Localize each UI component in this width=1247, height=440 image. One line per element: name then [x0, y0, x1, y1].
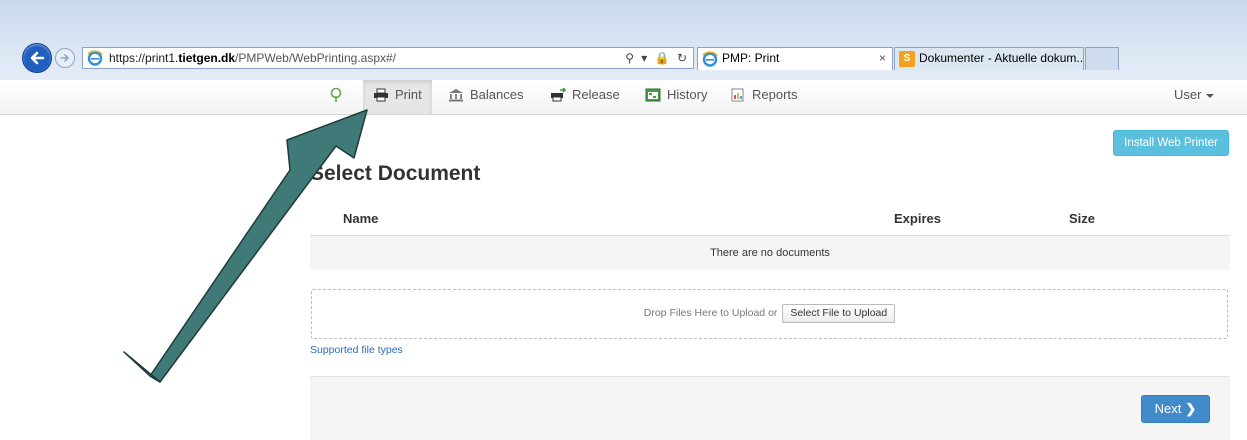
forward-arrow-icon: [60, 54, 70, 62]
nav-home[interactable]: [318, 80, 360, 114]
address-url: https://print1.tietgen.dk/PMPWeb/WebPrin…: [109, 48, 396, 68]
column-header-size[interactable]: Size: [1069, 211, 1095, 226]
dropzone-content: Drop Files Here to Upload or Select File…: [312, 304, 1227, 323]
sharepoint-icon: S: [899, 51, 915, 67]
dropzone-text: Drop Files Here to Upload or: [643, 307, 778, 319]
back-arrow-icon: [30, 51, 45, 65]
caret-down-icon: [1206, 93, 1215, 98]
user-label: User: [1174, 87, 1202, 102]
supported-file-types-link[interactable]: Supported file types: [310, 344, 403, 356]
nav-tab-history[interactable]: History: [635, 80, 717, 114]
page-title: Select Document: [310, 162, 481, 185]
browser-chrome: https://print1.tietgen.dk/PMPWeb/WebPrin…: [0, 0, 1247, 81]
user-menu[interactable]: User: [1164, 80, 1224, 114]
tab-label: Dokumenter - Aktuelle dokum...: [919, 51, 1084, 65]
tree-logo-icon: [330, 87, 342, 102]
install-web-printer-button[interactable]: Install Web Printer: [1113, 130, 1229, 156]
nav-tab-release[interactable]: Release: [540, 80, 630, 114]
next-button[interactable]: Next ❯: [1141, 395, 1210, 423]
chevron-right-icon: ❯: [1185, 401, 1197, 416]
back-button[interactable]: [22, 43, 52, 73]
tab-close-icon[interactable]: ×: [879, 48, 886, 69]
nav-label: Print: [395, 87, 422, 102]
address-bar[interactable]: https://print1.tietgen.dk/PMPWeb/WebPrin…: [82, 47, 694, 69]
tab-pmp-print[interactable]: PMP: Print ×: [697, 47, 893, 70]
internet-explorer-icon: [702, 51, 718, 67]
nav-label: Release: [572, 87, 620, 102]
nav-tab-balances[interactable]: Balances: [438, 80, 533, 114]
nav-tab-print[interactable]: Print: [363, 80, 432, 114]
url-domain: tietgen.dk: [178, 51, 236, 65]
nav-label: Reports: [752, 87, 798, 102]
empty-documents-row: There are no documents: [310, 236, 1230, 270]
tab-label: PMP: Print: [722, 51, 780, 65]
wizard-footer: [310, 376, 1230, 440]
reports-icon: [731, 88, 744, 102]
nav-label: History: [667, 87, 708, 102]
next-label: Next: [1154, 401, 1182, 416]
column-header-name[interactable]: Name: [343, 211, 378, 226]
nav-label: Balances: [470, 87, 524, 102]
nav-tab-reports[interactable]: Reports: [720, 80, 808, 114]
file-drop-zone[interactable]: Drop Files Here to Upload or Select File…: [311, 289, 1228, 339]
bank-icon: [449, 88, 463, 102]
url-scheme: https://print1.: [109, 51, 179, 65]
forward-button[interactable]: [55, 48, 75, 68]
column-header-expires[interactable]: Expires: [894, 211, 941, 226]
select-file-button[interactable]: Select File to Upload: [782, 304, 896, 323]
printer-icon: [374, 88, 388, 102]
tab-dokumenter[interactable]: S Dokumenter - Aktuelle dokum...: [894, 47, 1084, 70]
address-bar-tools[interactable]: ⚲ ▾ 🔒 ↻: [625, 48, 689, 68]
app-navbar: Print Balances Release History Reports U…: [0, 80, 1247, 115]
url-path: /PMPWeb/WebPrinting.aspx#/: [235, 51, 397, 65]
new-tab-button[interactable]: [1085, 47, 1119, 70]
annotation-arrow-tail: [123, 351, 161, 383]
release-printer-icon: [551, 87, 566, 102]
internet-explorer-icon: [87, 50, 103, 66]
history-calendar-icon: [645, 88, 661, 102]
